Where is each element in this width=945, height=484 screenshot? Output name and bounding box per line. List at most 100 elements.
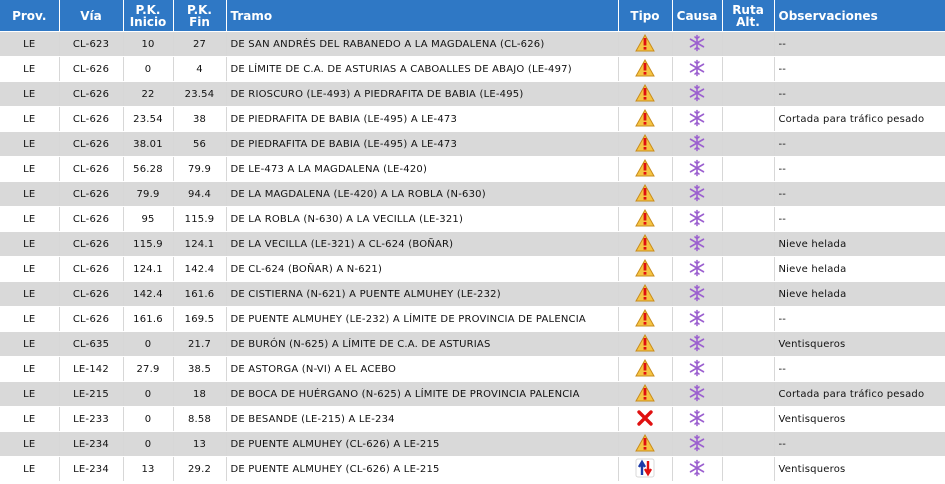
cell-observaciones: Cortada para tráfico pesado [774,106,945,132]
cell-observaciones: Nieve helada [774,281,945,307]
cell-via: LE-234 [59,456,124,482]
cell-tramo: DE PIEDRAFITA DE BABIA (LE-495) A LE-473 [226,106,619,132]
snowflake-icon[interactable] [688,234,706,255]
warning-icon[interactable] [635,308,655,330]
warning-icon[interactable] [635,433,655,455]
table-row[interactable]: LE CL-626 79.9 94.4 DE LA MAGDALENA (LE-420)… [0,181,945,207]
closed-x-icon[interactable] [636,409,654,430]
table-row[interactable]: LE LE-233 0 8.58 DE BESANDE (LE-215) A LE-23… [0,406,945,432]
header-ruta-alt[interactable]: Ruta Alt. [722,0,775,32]
cell-tramo: DE RIOSCURO (LE-493) A PIEDRAFITA DE BAB… [226,81,619,107]
snowflake-icon[interactable] [688,34,706,55]
snowflake-icon[interactable] [688,359,706,380]
header-causa[interactable]: Causa [672,0,723,32]
snowflake-icon[interactable] [688,334,706,355]
cell-causa [672,56,723,82]
cell-causa [672,256,723,282]
snowflake-icon[interactable] [688,384,706,405]
warning-icon[interactable] [635,233,655,255]
cell-tipo [618,256,673,282]
cell-causa [672,206,723,232]
cell-tramo: DE PUENTE ALMUHEY (LE-232) A LÍMITE DE P… [226,306,619,332]
snowflake-icon[interactable] [688,184,706,205]
warning-icon[interactable] [635,133,655,155]
snowflake-icon[interactable] [688,209,706,230]
cell-ruta-alt [722,331,775,357]
snowflake-icon[interactable] [688,159,706,180]
snowflake-icon[interactable] [688,109,706,130]
snowflake-icon[interactable] [688,134,706,155]
cell-tipo [618,56,673,82]
table-row[interactable]: LE CL-626 0 4 DE LÍMITE DE C.A. DE ASTURIAS … [0,56,945,82]
cell-causa [672,81,723,107]
table-row[interactable]: LE LE-215 0 18 DE BOCA DE HUÉRGANO (N-625) A… [0,381,945,407]
snowflake-icon[interactable] [688,84,706,105]
warning-icon[interactable] [635,158,655,180]
cell-pk-inicio: 13 [123,456,174,482]
table-header: Prov. Vía P.K. Inicio P.K. Fin Tramo Tip… [0,0,945,32]
table-row[interactable]: LE CL-626 161.6 169.5 DE PUENTE ALMUHEY (LE-… [0,306,945,332]
warning-icon[interactable] [635,83,655,105]
snowflake-icon[interactable] [688,409,706,430]
warning-icon[interactable] [635,283,655,305]
cell-via: CL-626 [59,281,124,307]
header-tipo[interactable]: Tipo [618,0,673,32]
header-tramo[interactable]: Tramo [226,0,619,32]
cell-observaciones: -- [774,306,945,332]
table-row[interactable]: LE LE-234 13 29.2 DE PUENTE ALMUHEY (CL-626)… [0,456,945,482]
cell-via: LE-234 [59,431,124,457]
table-row[interactable]: LE CL-626 38.01 56 DE PIEDRAFITA DE BABIA (L… [0,131,945,157]
snowflake-icon[interactable] [688,284,706,305]
cell-observaciones: -- [774,356,945,382]
cell-pk-fin: 13 [173,431,227,457]
snowflake-icon[interactable] [688,309,706,330]
header-prov[interactable]: Prov. [0,0,60,32]
warning-icon[interactable] [635,183,655,205]
header-pk-fin[interactable]: P.K. Fin [173,0,227,32]
cell-via: CL-626 [59,106,124,132]
warning-icon[interactable] [635,108,655,130]
cell-causa [672,381,723,407]
cell-tipo [618,156,673,182]
cell-causa [672,131,723,157]
header-observaciones[interactable]: Observaciones [774,0,945,32]
cell-tramo: DE LA MAGDALENA (LE-420) A LA ROBLA (N-6… [226,181,619,207]
two-way-traffic-icon[interactable] [635,458,655,481]
snowflake-icon[interactable] [688,459,706,480]
warning-icon[interactable] [635,333,655,355]
cell-tipo [618,331,673,357]
header-pk-inicio[interactable]: P.K. Inicio [123,0,174,32]
cell-causa [672,231,723,257]
header-via[interactable]: Vía [59,0,124,32]
warning-icon[interactable] [635,258,655,280]
warning-icon[interactable] [635,383,655,405]
table-row[interactable]: LE CL-626 23.54 38 DE PIEDRAFITA DE BABIA (L… [0,106,945,132]
cell-tipo [618,181,673,207]
snowflake-icon[interactable] [688,259,706,280]
table-row[interactable]: LE CL-626 95 115.9 DE LA ROBLA (N-630) A LA … [0,206,945,232]
table-row[interactable]: LE LE-234 0 13 DE PUENTE ALMUHEY (CL-626) A … [0,431,945,457]
table-row[interactable]: LE CL-635 0 21.7 DE BURÓN (N-625) A LÍMITE D… [0,331,945,357]
cell-ruta-alt [722,181,775,207]
cell-tramo: DE PIEDRAFITA DE BABIA (LE-495) A LE-473 [226,131,619,157]
cell-tramo: DE ASTORGA (N-VI) A EL ACEBO [226,356,619,382]
table-row[interactable]: LE CL-626 115.9 124.1 DE LA VECILLA (LE-321)… [0,231,945,257]
table-row[interactable]: LE CL-626 124.1 142.4 DE CL-624 (BOÑAR) A N-… [0,256,945,282]
table-row[interactable]: LE CL-623 10 27 DE SAN ANDRÉS DEL RABANEDO A… [0,31,945,57]
cell-prov: LE [0,156,60,182]
cell-via: CL-626 [59,256,124,282]
cell-ruta-alt [722,406,775,432]
cell-tipo [618,306,673,332]
warning-icon[interactable] [635,208,655,230]
snowflake-icon[interactable] [688,59,706,80]
snowflake-icon[interactable] [688,434,706,455]
cell-pk-fin: 79.9 [173,156,227,182]
table-row[interactable]: LE CL-626 22 23.54 DE RIOSCURO (LE-493) A PI… [0,81,945,107]
warning-icon[interactable] [635,358,655,380]
warning-icon[interactable] [635,33,655,55]
warning-icon[interactable] [635,58,655,80]
table-row[interactable]: LE CL-626 142.4 161.6 DE CISTIERNA (N-621) A… [0,281,945,307]
cell-via: CL-626 [59,156,124,182]
table-row[interactable]: LE LE-142 27.9 38.5 DE ASTORGA (N-VI) A EL A… [0,356,945,382]
table-row[interactable]: LE CL-626 56.28 79.9 DE LE-473 A LA MAGDALEN… [0,156,945,182]
